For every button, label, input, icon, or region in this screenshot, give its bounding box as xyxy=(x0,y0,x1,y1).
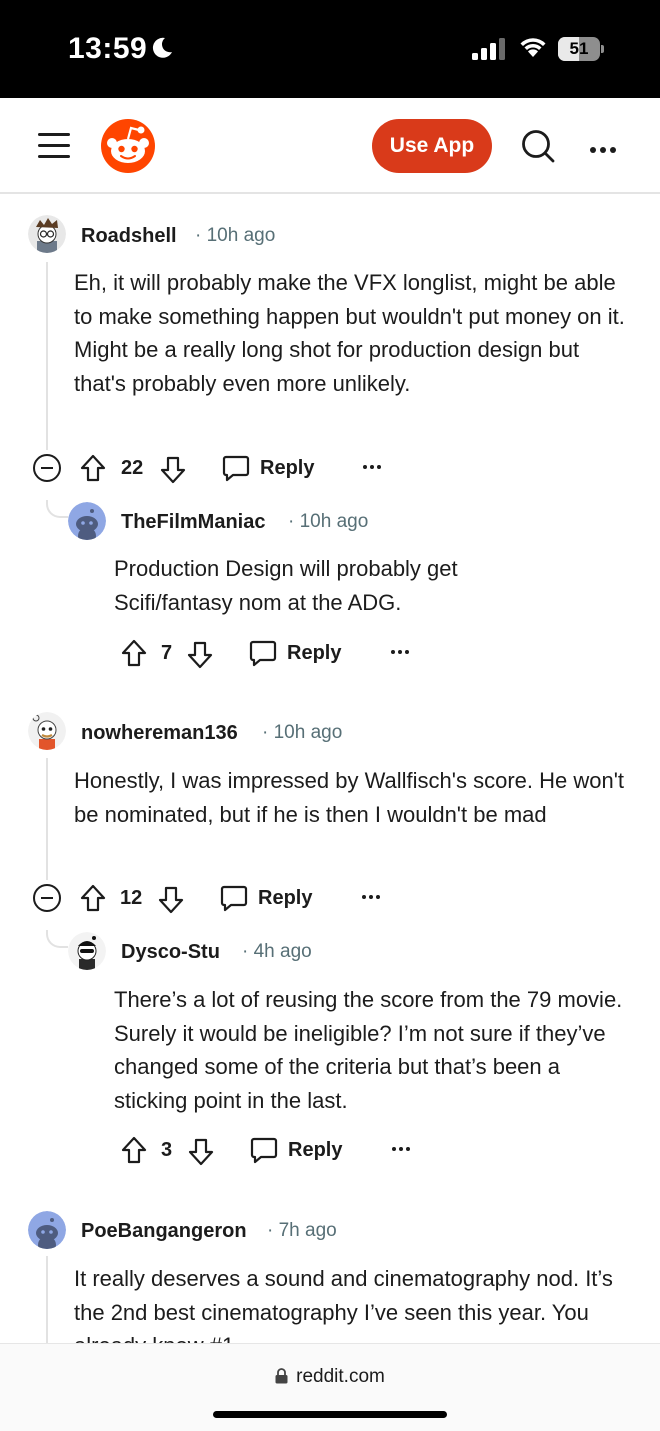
user-avatar-icon xyxy=(28,712,66,750)
comment-actions: 12 Reply xyxy=(0,880,660,916)
wifi-icon xyxy=(520,38,546,57)
comment-timestamp: · 4h ago xyxy=(242,941,312,962)
timestamp-text: 7h ago xyxy=(278,1220,337,1241)
reply-button[interactable]: Reply xyxy=(287,642,341,665)
comment-more-icon[interactable] xyxy=(363,465,385,471)
comment-body: Eh, it will probably make the VFX longli… xyxy=(74,270,625,396)
upvote-icon[interactable] xyxy=(80,454,106,482)
timestamp-text: 10h ago xyxy=(206,225,276,246)
comment-body: There’s a lot of reusing the score from … xyxy=(114,987,623,1113)
status-time: 13:59 xyxy=(68,32,148,65)
browser-bottom-bar: reddit.com xyxy=(0,1343,660,1431)
comment-timestamp: · 10h ago xyxy=(195,225,276,246)
comment-username[interactable]: TheFilmManiac xyxy=(121,511,265,534)
vote-score: 3 xyxy=(161,1139,173,1161)
battery-icon: 51 xyxy=(558,37,604,61)
avatar[interactable] xyxy=(28,712,66,750)
user-avatar-icon xyxy=(28,1211,66,1249)
avatar[interactable] xyxy=(68,502,106,540)
reply-connector xyxy=(46,930,68,948)
downvote-icon[interactable] xyxy=(158,886,184,914)
collapse-thread-icon[interactable] xyxy=(33,884,61,912)
collapse-thread-icon[interactable] xyxy=(33,454,61,482)
thread-line xyxy=(46,758,48,880)
cellular-signal-icon xyxy=(472,38,505,60)
avatar[interactable] xyxy=(28,1211,66,1249)
user-avatar-icon xyxy=(68,932,106,970)
avatar[interactable] xyxy=(28,215,66,253)
hamburger-menu-icon[interactable] xyxy=(38,133,70,159)
use-app-button[interactable]: Use App xyxy=(372,119,492,173)
home-indicator[interactable] xyxy=(213,1411,447,1418)
vote-score: 12 xyxy=(120,887,143,909)
comment-more-icon[interactable] xyxy=(362,895,384,901)
comment-timestamp: · 7h ago xyxy=(267,1220,337,1241)
comment-timestamp: · 10h ago xyxy=(288,511,369,532)
status-bar: 13:59 51 xyxy=(0,0,660,98)
vote-score: 7 xyxy=(161,642,173,664)
comment-username[interactable]: Dysco-Stu xyxy=(121,941,220,964)
upvote-icon[interactable] xyxy=(121,1136,147,1164)
upvote-icon[interactable] xyxy=(121,639,147,667)
user-avatar-icon xyxy=(68,502,106,540)
timestamp-text: 10h ago xyxy=(273,722,343,743)
moon-icon xyxy=(152,37,172,58)
comment-username[interactable]: Roadshell xyxy=(81,225,177,248)
battery-percentage: 51 xyxy=(569,39,589,58)
lock-icon xyxy=(275,1368,288,1384)
top-navigation-bar: Use App xyxy=(0,98,660,194)
timestamp-text: 10h ago xyxy=(299,511,369,532)
comment-actions: 22 Reply xyxy=(0,450,660,486)
thread-line xyxy=(46,262,48,450)
avatar[interactable] xyxy=(68,932,106,970)
comment-username[interactable]: nowhereman136 xyxy=(81,722,238,745)
address-bar[interactable]: reddit.com xyxy=(0,1366,660,1388)
upvote-icon[interactable] xyxy=(80,884,106,912)
reddit-logo[interactable] xyxy=(100,118,156,174)
thread-line xyxy=(46,1256,48,1346)
downvote-icon[interactable] xyxy=(160,456,186,484)
comment-more-icon[interactable] xyxy=(391,650,413,656)
url-text: reddit.com xyxy=(296,1366,385,1387)
reply-button[interactable]: Reply xyxy=(288,1139,342,1162)
reply-icon[interactable] xyxy=(222,454,250,482)
reply-connector xyxy=(46,500,68,518)
downvote-icon[interactable] xyxy=(187,641,213,669)
comment-username[interactable]: PoeBangangeron xyxy=(81,1220,247,1243)
reply-icon[interactable] xyxy=(220,884,248,912)
timestamp-text: 4h ago xyxy=(253,941,312,962)
downvote-icon[interactable] xyxy=(188,1138,214,1166)
comment-body: Production Design will probably get Scif… xyxy=(114,556,458,615)
reply-icon[interactable] xyxy=(250,1136,278,1164)
vote-score: 22 xyxy=(121,457,144,479)
comment-actions: 3 Reply xyxy=(0,1132,660,1168)
comment-actions: 7 Reply xyxy=(0,635,660,671)
reply-button[interactable]: Reply xyxy=(258,887,312,910)
comment-timestamp: · 10h ago xyxy=(262,722,343,743)
more-options-icon[interactable] xyxy=(590,140,622,153)
comment-body: Honestly, I was impressed by Wallfisch's… xyxy=(74,768,625,827)
search-icon[interactable] xyxy=(520,128,556,164)
user-avatar-icon xyxy=(28,215,66,253)
reply-button[interactable]: Reply xyxy=(260,457,314,480)
reply-icon[interactable] xyxy=(249,639,277,667)
comment-more-icon[interactable] xyxy=(392,1147,414,1153)
